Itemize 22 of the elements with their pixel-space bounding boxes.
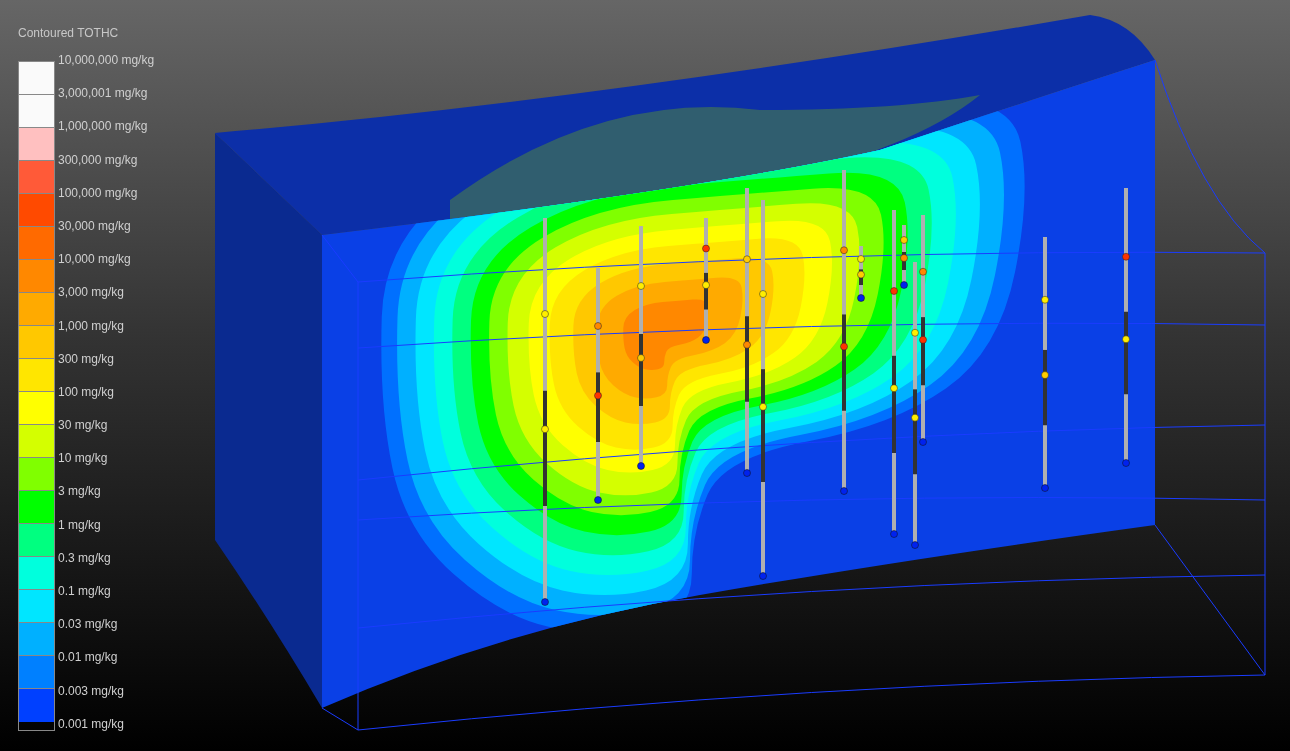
legend-label: 30,000 mg/kg	[58, 218, 132, 233]
legend-label: 0.03 mg/kg	[58, 617, 119, 632]
legend-label: 0.003 mg/kg	[58, 683, 126, 698]
legend-label: 1,000,000 mg/kg	[58, 119, 149, 134]
legend-label: 0.01 mg/kg	[58, 650, 119, 665]
legend-title: Contoured TOTHC	[18, 26, 119, 40]
legend-label: 10,000,000 mg/kg	[58, 53, 155, 67]
legend-label: 0.3 mg/kg	[58, 550, 112, 565]
legend-label: 0.001 mg/kg	[58, 716, 126, 731]
legend-label: 1 mg/kg	[58, 517, 102, 532]
legend-label: 100 mg/kg	[58, 384, 116, 399]
legend-label: 3,000,001 mg/kg	[58, 86, 149, 101]
legend-label: 100,000 mg/kg	[58, 185, 139, 200]
legend-label: 10,000 mg/kg	[58, 252, 132, 267]
legend-label: 30 mg/kg	[58, 418, 109, 433]
legend-label: 3 mg/kg	[58, 484, 102, 499]
legend-label: 0.1 mg/kg	[58, 584, 112, 598]
legend-label: 1,000 mg/kg	[58, 318, 126, 333]
legend-label: 300,000 mg/kg	[58, 152, 139, 167]
legend-label: 3,000 mg/kg	[58, 285, 126, 300]
legend-label: 300 mg/kg	[58, 351, 116, 366]
legend-label: 10 mg/kg	[58, 451, 109, 466]
